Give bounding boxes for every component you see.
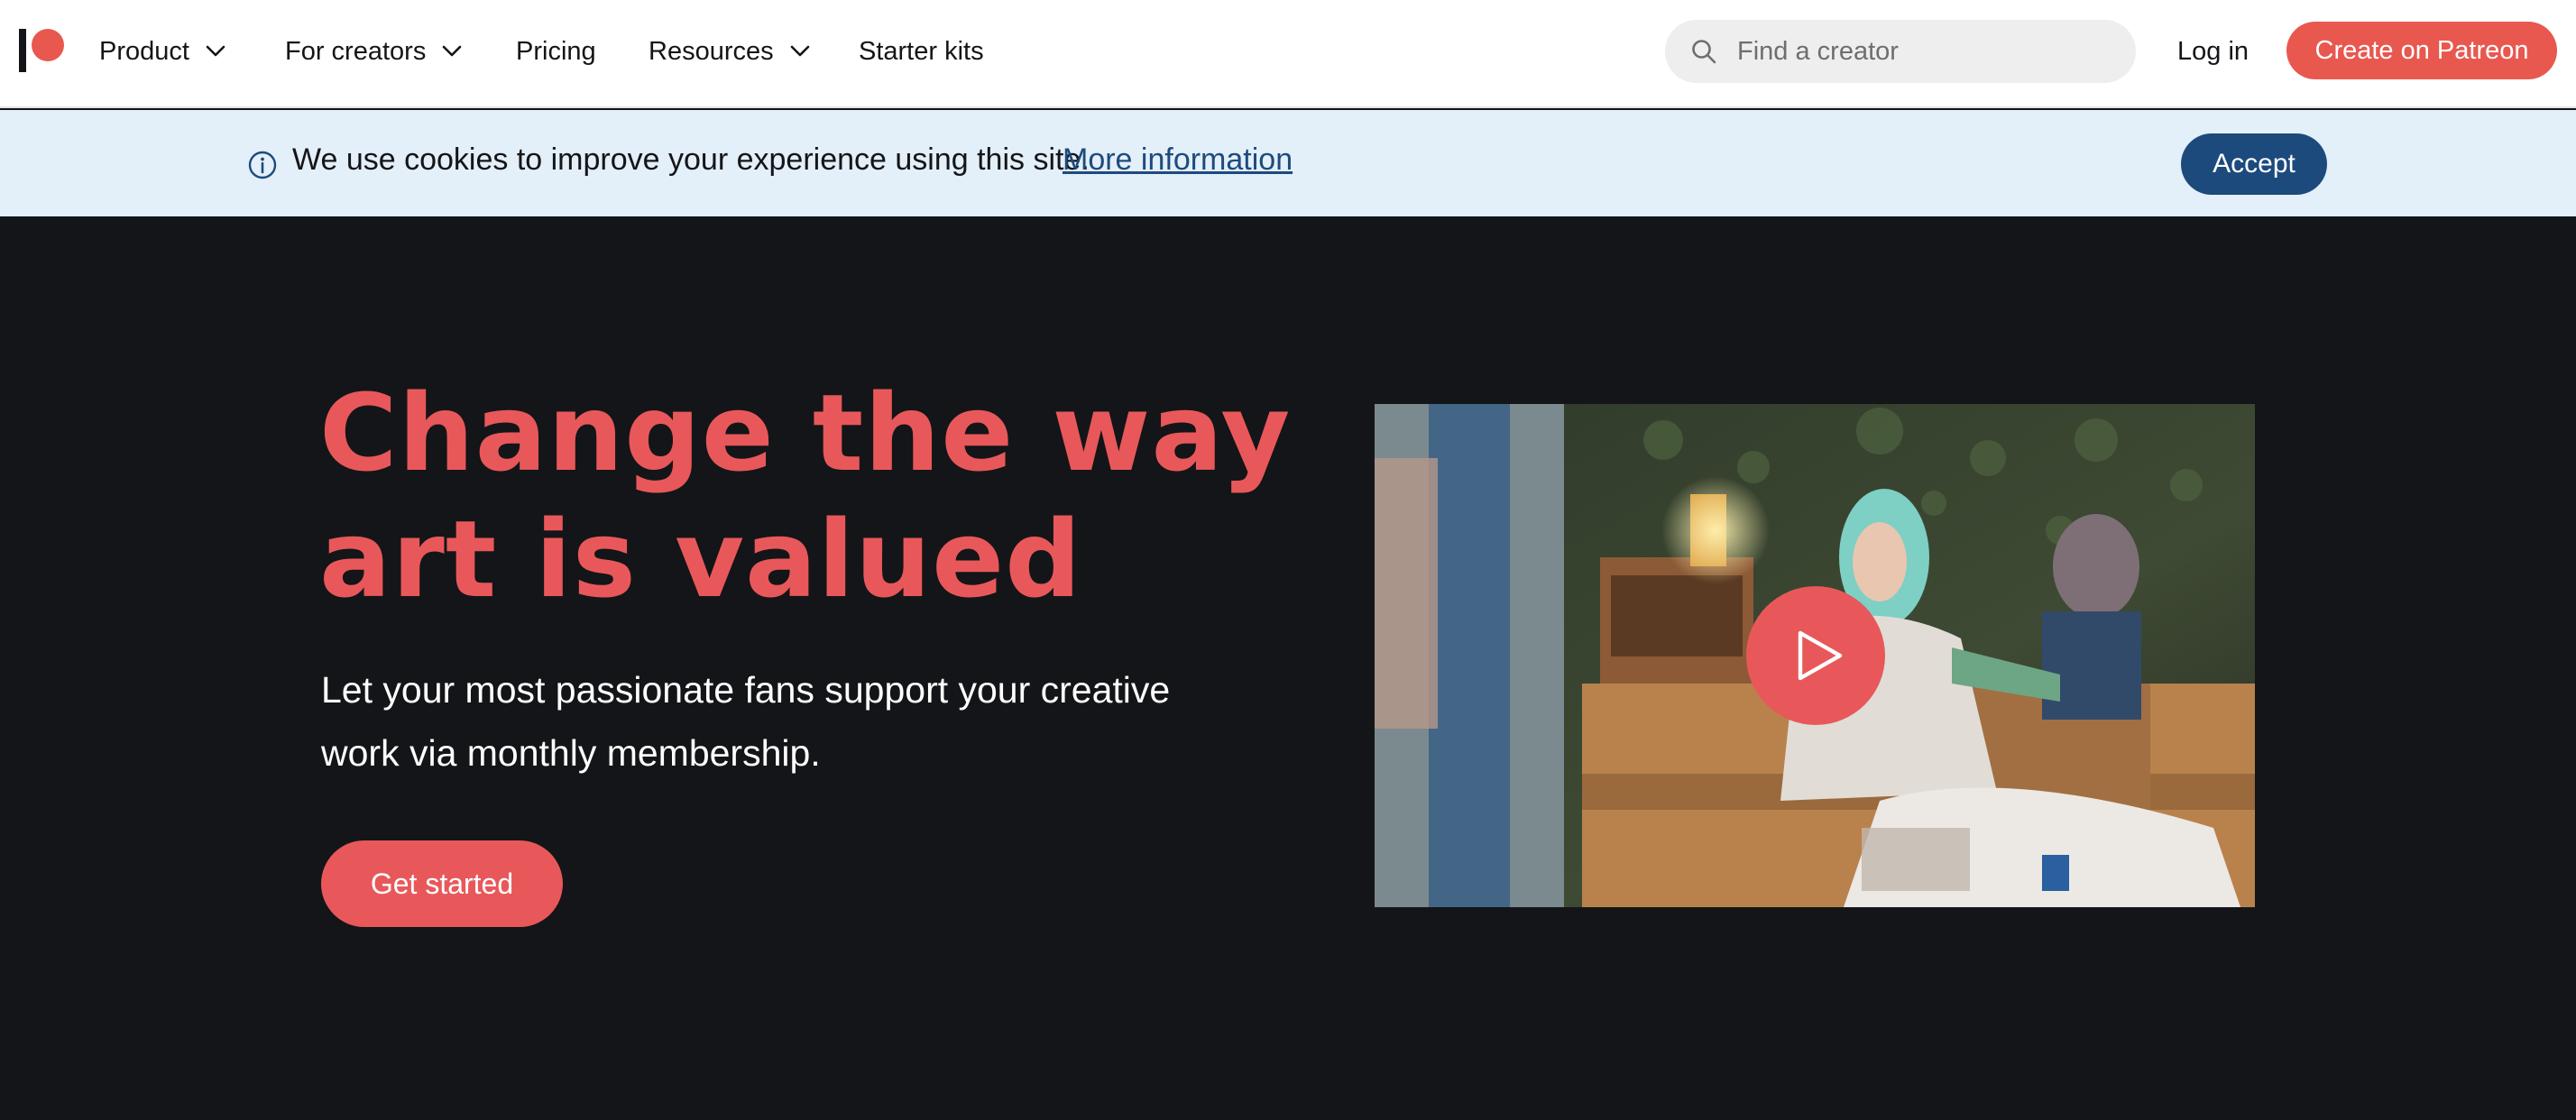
search-input[interactable] [1737,36,2098,67]
patreon-logo[interactable] [19,29,64,74]
info-icon [248,151,277,179]
nav-item-label: For creators [285,36,427,66]
nav-item-label: Resources [649,36,774,66]
nav-item-for-creators[interactable]: For creators [285,31,462,72]
play-video-button[interactable] [1746,586,1885,725]
hero-title: Change the way art is valued [319,370,1292,622]
hero-subtitle-line: work via monthly membership. [321,732,821,774]
logo-circle-shape [32,29,64,61]
hero-subtitle-line: Let your most passionate fans support yo… [321,669,1171,711]
get-started-button[interactable]: Get started [321,840,563,927]
cookie-message: We use cookies to improve your experienc… [292,142,1090,177]
logo-bar-shape [19,29,26,72]
nav-item-starter-kits[interactable]: Starter kits [859,31,984,72]
chevron-down-icon [790,45,809,57]
chevron-down-icon [443,45,462,57]
accept-cookies-button[interactable]: Accept [2181,133,2327,195]
hero-title-line: art is valued [319,497,1082,621]
nav-item-product[interactable]: Product [99,31,225,72]
page: Product For creators Pricing Resources S… [0,0,2576,1120]
more-information-link[interactable]: More information [1063,142,1293,178]
nav-item-label: Product [99,36,189,66]
nav-item-label: Starter kits [859,36,984,66]
create-on-patreon-button[interactable]: Create on Patreon [2286,22,2557,79]
nav-item-resources[interactable]: Resources [649,31,810,72]
nav-item-label: Pricing [516,36,596,66]
hero-title-line: Change the way [319,371,1292,495]
search-bar[interactable] [1665,20,2136,83]
search-icon [1692,40,1716,64]
login-link[interactable]: Log in [2177,31,2249,72]
play-icon [1798,630,1843,681]
chevron-down-icon [206,45,225,57]
nav-item-pricing[interactable]: Pricing [516,31,596,72]
top-navigation-bar: Product For creators Pricing Resources S… [0,0,2576,108]
hero-subtitle: Let your most passionate fans support yo… [321,658,1223,785]
